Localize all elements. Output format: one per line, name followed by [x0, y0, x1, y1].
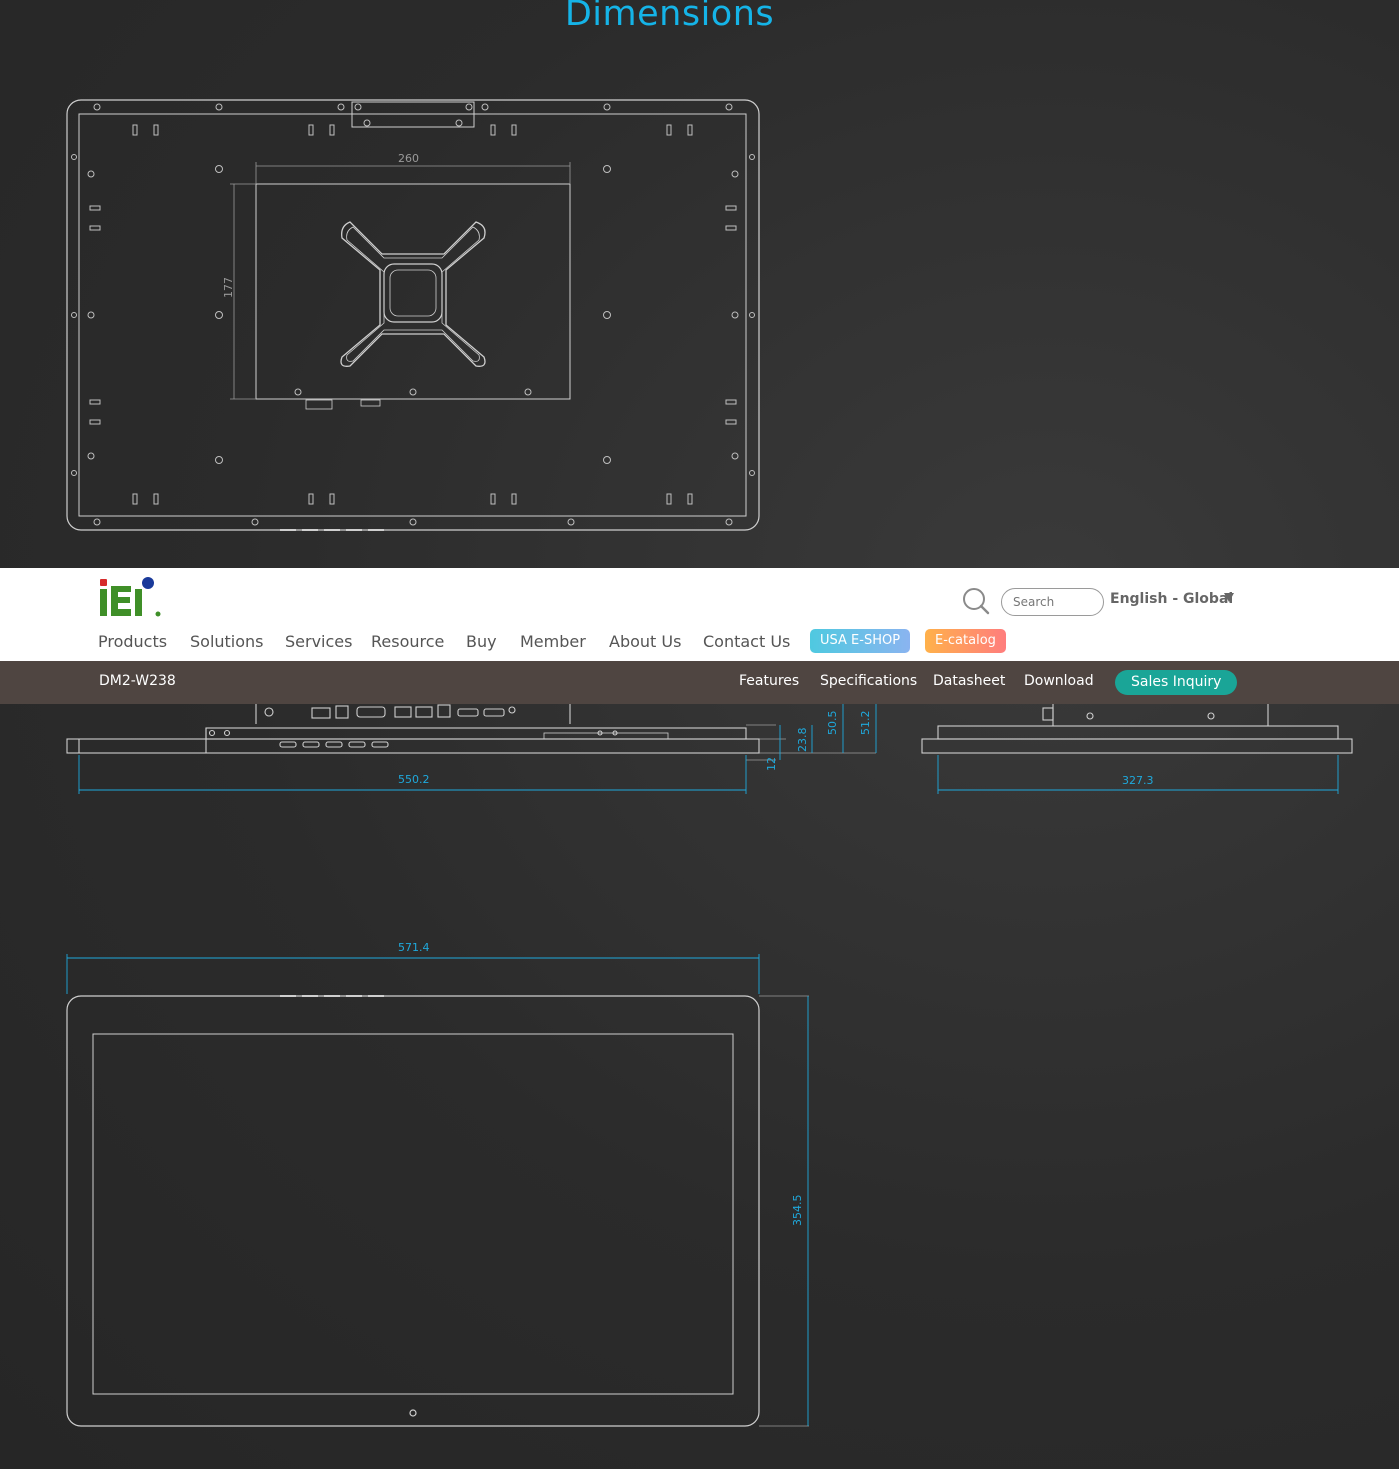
vesa-dimension-lines	[230, 162, 571, 400]
side-view-drawing	[921, 704, 1353, 754]
ecatalog-button[interactable]: E-catalog	[925, 629, 1006, 653]
nav-item-services[interactable]: Services	[285, 632, 352, 651]
vesa-height-label: 177	[222, 277, 235, 298]
subnav-features[interactable]: Features	[739, 673, 799, 689]
front-dimension-lines	[66, 954, 809, 1426]
product-model: DM2-W238	[99, 673, 176, 689]
iei-logo[interactable]	[98, 577, 164, 619]
nav-item-member[interactable]: Member	[520, 632, 586, 651]
subnav-specifications[interactable]: Specifications	[820, 673, 917, 689]
language-selector[interactable]: English - Global	[1110, 591, 1233, 607]
side-thin-2-label: 12	[765, 757, 778, 771]
side-depth-2-label: 51.2	[859, 711, 872, 736]
bottom-width-label: 550.2	[398, 773, 430, 786]
front-view-drawing	[66, 995, 809, 1427]
front-width-label: 571.4	[398, 941, 430, 954]
rear-screws	[71, 103, 755, 526]
usa-eshop-button[interactable]: USA E-SHOP	[810, 629, 911, 653]
nav-item-buy[interactable]: Buy	[466, 632, 497, 651]
nav-item-solutions[interactable]: Solutions	[190, 632, 264, 651]
nav-item-products[interactable]: Products	[98, 632, 167, 651]
side-thin-1-label: 23.8	[796, 728, 809, 753]
subnav-datasheet[interactable]: Datasheet	[933, 673, 1005, 689]
site-header: English - Global Products Solutions Serv…	[0, 568, 1399, 661]
nav-item-resource[interactable]: Resource	[371, 632, 444, 651]
product-subnav: DM2-W238 Features Specifications Datashe…	[0, 661, 1399, 704]
bottom-dimension-lines	[78, 704, 877, 794]
search-icon[interactable]	[962, 587, 990, 615]
nav-item-about-us[interactable]: About Us	[609, 632, 681, 651]
sales-inquiry-button[interactable]: Sales Inquiry	[1115, 670, 1238, 695]
nav-item-contact-us[interactable]: Contact Us	[703, 632, 790, 651]
side-width-label: 327.3	[1122, 774, 1154, 787]
dimension-drawings: 260 177 550.2 12 23.8 50.5 51.2 327.3 57…	[66, 99, 1353, 1427]
side-depth-1-label: 50.5	[826, 711, 839, 736]
vesa-width-label: 260	[398, 152, 419, 165]
front-height-label: 354.5	[791, 1195, 804, 1227]
caret-down-icon[interactable]	[1224, 593, 1234, 602]
search-input[interactable]	[1001, 588, 1104, 616]
subnav-download[interactable]: Download	[1024, 673, 1094, 689]
bottom-view-drawing	[66, 704, 876, 761]
